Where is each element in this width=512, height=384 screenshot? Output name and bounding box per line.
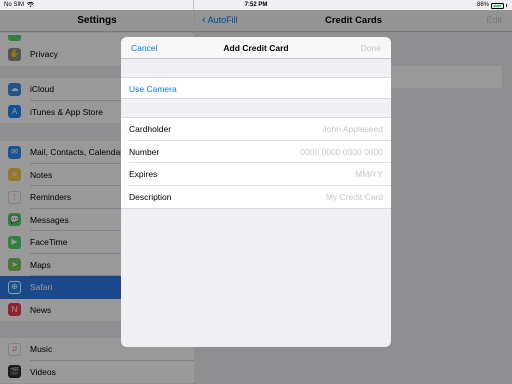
battery-cap (506, 4, 507, 7)
cardholder-label: Cardholder (129, 124, 172, 135)
expires-input[interactable] (253, 169, 383, 180)
credit-card-form: Cardholder Number Expires Description (121, 117, 391, 209)
cardholder-input[interactable] (253, 124, 383, 135)
description-input[interactable] (253, 191, 383, 202)
sheet-nav-bar: Cancel Add Credit Card Done (121, 37, 391, 59)
card-number-input[interactable] (253, 146, 383, 157)
expires-label: Expires (129, 169, 158, 180)
battery-percent: 86% (476, 2, 489, 8)
sheet-title: Add Credit Card (223, 43, 289, 53)
use-camera-button[interactable]: Use Camera (121, 77, 391, 99)
use-camera-label: Use Camera (129, 84, 177, 94)
expires-row: Expires (121, 163, 391, 186)
battery-level (493, 4, 501, 7)
cardholder-row: Cardholder (121, 118, 391, 141)
battery-icon (491, 2, 504, 9)
done-button[interactable]: Done (361, 43, 381, 53)
number-row: Number (121, 141, 391, 163)
description-label: Description (129, 191, 172, 202)
number-label: Number (129, 146, 160, 157)
status-bar: No SIM 7:52 PM 86% (0, 0, 512, 10)
add-credit-card-sheet: Cancel Add Credit Card Done Use Camera C… (121, 37, 391, 347)
clock: 7:52 PM (244, 2, 268, 8)
description-row: Description (121, 186, 391, 209)
